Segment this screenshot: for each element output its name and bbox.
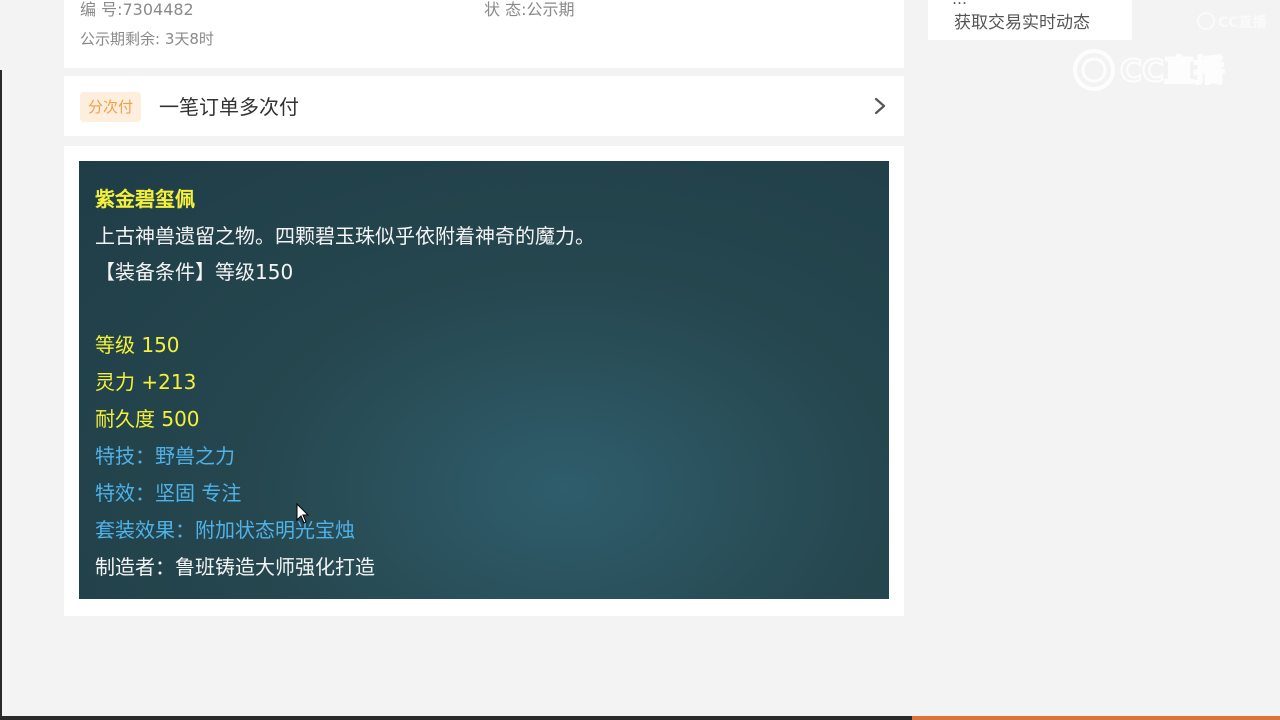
order-status: 状 态:公示期 bbox=[484, 0, 575, 19]
mouse-cursor-icon bbox=[296, 503, 310, 524]
item-description: 上古神兽遗留之物。四颗碧玉珠似乎依附着神奇的魔力。 bbox=[95, 224, 595, 248]
installment-badge: 分次付 bbox=[80, 92, 142, 122]
svg-text:CC直播: CC直播 bbox=[1120, 54, 1225, 89]
item-set-effect: 套装效果：附加状态明光宝烛 bbox=[95, 518, 355, 542]
publicity-remaining: 公示期剩余: 3天8时 bbox=[80, 30, 214, 48]
cc-live-logo: CC直播 bbox=[1073, 49, 1226, 91]
item-skill: 特技：野兽之力 bbox=[95, 444, 235, 468]
installment-payment-row[interactable]: 分次付 一笔订单多次付 bbox=[64, 76, 904, 136]
svg-text:CC直播: CC直播 bbox=[1218, 14, 1268, 31]
order-number: 编 号:7304482 bbox=[80, 0, 194, 19]
chevron-right-icon[interactable] bbox=[870, 96, 890, 116]
left-edge-divider bbox=[0, 70, 2, 720]
installment-description: 一笔订单多次付 bbox=[159, 95, 299, 119]
trade-updates-label[interactable]: 获取交易实时动态 bbox=[954, 8, 1090, 33]
item-maker: 制造者：鲁班铸造大师强化打造 bbox=[95, 555, 375, 579]
item-durability: 耐久度 500 bbox=[95, 407, 200, 431]
bottom-accent-bar bbox=[912, 716, 1280, 720]
item-detail-card: 紫金碧玺佩 上古神兽遗留之物。四颗碧玉珠似乎依附着神奇的魔力。 【装备条件】等级… bbox=[64, 146, 904, 616]
page: 编 号:7304482 状 态:公示期 公示期剩余: 3天8时 分次付 一笔订单… bbox=[0, 0, 1280, 720]
item-spirit: 灵力 +213 bbox=[95, 370, 197, 394]
item-effect: 特效：坚固 专注 bbox=[95, 481, 242, 505]
item-level: 等级 150 bbox=[95, 333, 180, 357]
item-name: 紫金碧玺佩 bbox=[95, 187, 195, 211]
item-tooltip-panel: 紫金碧玺佩 上古神兽遗留之物。四颗碧玉珠似乎依附着神奇的魔力。 【装备条件】等级… bbox=[79, 161, 889, 599]
cc-live-small-logo: CC直播 bbox=[1197, 12, 1268, 31]
side-box-partial-text: … bbox=[952, 0, 967, 8]
order-info-card: 编 号:7304482 状 态:公示期 公示期剩余: 3天8时 bbox=[64, 0, 904, 68]
item-requirement: 【装备条件】等级150 bbox=[95, 260, 294, 284]
trade-updates-box[interactable]: … 获取交易实时动态 bbox=[928, 0, 1132, 40]
